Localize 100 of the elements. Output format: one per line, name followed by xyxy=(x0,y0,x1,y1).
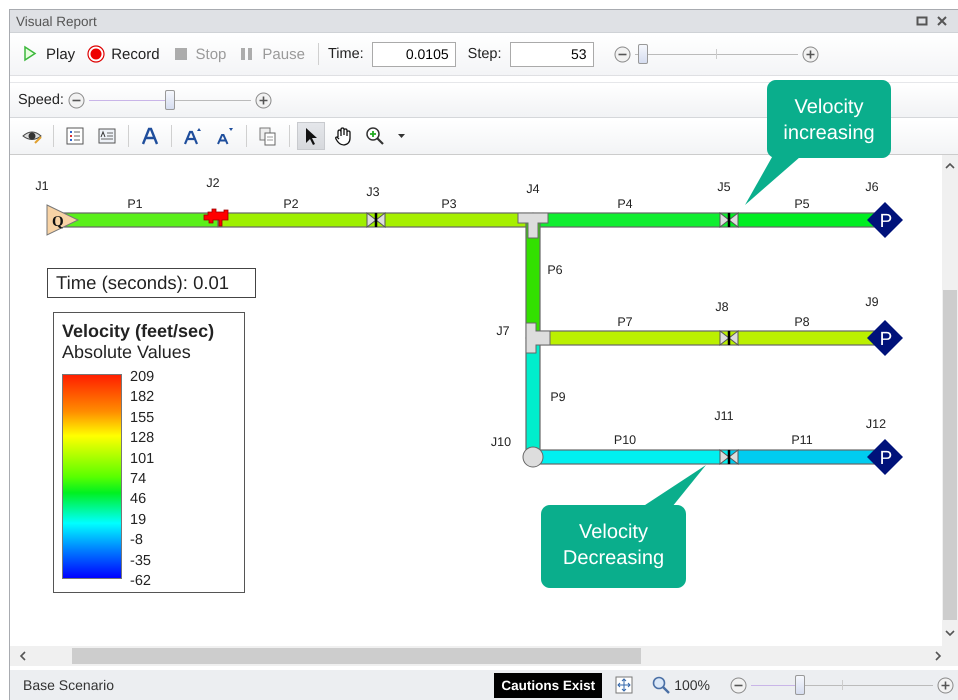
time-label: Time: xyxy=(328,46,364,62)
scale-value: 128 xyxy=(130,429,154,448)
scroll-left-icon[interactable] xyxy=(18,650,28,662)
playback-button[interactable]: Play xyxy=(18,45,84,63)
playback-button[interactable]: Record xyxy=(83,45,168,63)
minus-icon xyxy=(614,46,631,62)
node-label: J8 xyxy=(715,300,729,314)
plus-icon xyxy=(254,92,272,108)
scroll-thumb[interactable] xyxy=(943,290,957,620)
caret-icon xyxy=(398,134,404,138)
close-icon xyxy=(936,15,948,27)
time-field[interactable]: 0.0105 xyxy=(372,42,456,66)
pipe-label: P5 xyxy=(794,197,810,211)
magnifier-icon xyxy=(652,676,670,694)
fit-to-window-icon xyxy=(614,675,634,695)
zoom-slider[interactable] xyxy=(730,676,954,694)
window-title: Visual Report xyxy=(16,14,98,28)
increase-button[interactable] xyxy=(937,676,954,694)
node-label: J4 xyxy=(526,182,540,196)
scale-value: 101 xyxy=(130,450,154,469)
pipe-label: P1 xyxy=(127,197,143,211)
scale-value: -8 xyxy=(130,531,144,550)
horizontal-scrollbar[interactable] xyxy=(10,646,958,666)
pipe-label: P9 xyxy=(550,390,566,404)
node-label: J10 xyxy=(490,435,512,449)
font-icon xyxy=(140,126,160,146)
valve-node xyxy=(720,212,738,228)
copy-icon xyxy=(258,126,278,146)
zoom-level-button[interactable]: 100% xyxy=(646,676,716,694)
decrease-button[interactable] xyxy=(68,92,85,108)
tee-node xyxy=(518,212,548,238)
minus-icon xyxy=(68,92,85,108)
scroll-down-icon[interactable] xyxy=(944,628,956,638)
step-label: Step: xyxy=(468,46,502,62)
pump-node xyxy=(204,208,228,226)
scenario-name: Base Scenario xyxy=(23,677,116,693)
increase-button[interactable] xyxy=(802,46,819,62)
scale-value: 74 xyxy=(130,470,148,490)
increase-button[interactable] xyxy=(254,92,272,108)
scroll-thumb[interactable] xyxy=(72,648,641,664)
scale-value: 19 xyxy=(130,510,148,530)
time-display: Time (seconds): 0.01 xyxy=(47,268,256,298)
font-grow-icon xyxy=(183,126,203,146)
node-label: J1 xyxy=(35,179,49,193)
scale-value: 46 xyxy=(130,490,148,510)
pipe-label: P6 xyxy=(547,263,563,277)
scroll-right-icon[interactable] xyxy=(933,650,943,662)
pressure-node: P xyxy=(867,439,903,475)
pressure-node: P xyxy=(867,320,903,356)
valve-node xyxy=(720,330,738,346)
node-label: J9 xyxy=(865,295,879,309)
step-field[interactable]: 53 xyxy=(510,42,594,66)
valve-node xyxy=(366,212,386,228)
node-label: J2 xyxy=(206,176,220,190)
scale-value: -62 xyxy=(130,572,152,592)
list-icon xyxy=(65,126,85,146)
node-label: J6 xyxy=(865,180,879,194)
decrease-button[interactable] xyxy=(614,46,631,62)
node-label: J7 xyxy=(496,324,510,338)
vertical-scrollbar[interactable] xyxy=(942,155,958,646)
tee-node xyxy=(526,322,550,354)
callout: Velocity Decreasing xyxy=(541,465,706,588)
scroll-up-icon[interactable] xyxy=(944,161,956,171)
pipe-label: P11 xyxy=(791,433,813,447)
speed-label: Speed: xyxy=(18,92,64,108)
hand-icon xyxy=(333,126,353,146)
minus-icon xyxy=(730,676,747,694)
node-label: J3 xyxy=(366,185,380,199)
record-icon xyxy=(87,45,106,63)
node-label: J11 xyxy=(714,409,734,423)
scale-value: 209 xyxy=(130,368,154,387)
slider-thumb[interactable] xyxy=(795,675,806,695)
pipe-label: P8 xyxy=(794,315,810,329)
cautions-badge[interactable]: Cautions Exist xyxy=(494,672,602,698)
step-slider[interactable] xyxy=(614,46,819,62)
pipe-label: P2 xyxy=(283,197,299,211)
slider-thumb[interactable] xyxy=(164,90,175,110)
plus-icon xyxy=(937,676,954,694)
valve-node xyxy=(720,448,738,466)
font-shrink-icon xyxy=(215,126,235,146)
speed-slider[interactable] xyxy=(68,92,272,108)
scale-value: 155 xyxy=(130,408,154,428)
node-label: J5 xyxy=(717,180,731,194)
scale-value: 182 xyxy=(130,388,154,408)
slider-thumb[interactable] xyxy=(638,44,648,64)
legend-title: Velocity (feet/sec) xyxy=(62,321,216,342)
plus-icon xyxy=(802,46,819,62)
pressure-node: P xyxy=(867,202,903,238)
zoom-in-icon xyxy=(365,126,385,146)
junction-node xyxy=(522,446,544,468)
decrease-button[interactable] xyxy=(730,676,747,694)
scale-value: -35 xyxy=(130,552,152,571)
pipe-label: P7 xyxy=(617,315,633,329)
text-box-icon xyxy=(97,126,117,146)
pipe-label: P10 xyxy=(614,433,636,447)
legend-subtitle: Absolute Values xyxy=(62,342,192,363)
maximize-icon xyxy=(916,15,928,27)
pipe-label: P4 xyxy=(617,197,633,211)
pipe-label: P3 xyxy=(441,197,457,211)
pointer-tool-button[interactable] xyxy=(297,122,325,150)
